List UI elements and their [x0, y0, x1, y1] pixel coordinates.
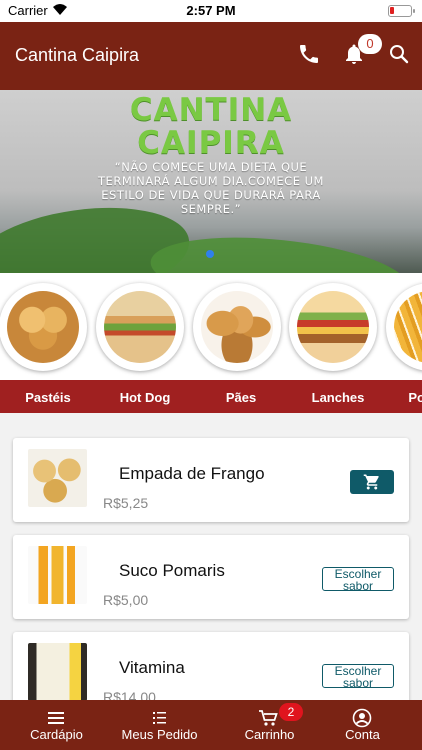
- product-image: [28, 546, 87, 604]
- banner-brand-line-2: CAIPIRA: [137, 125, 285, 161]
- notification-badge: 0: [358, 34, 382, 54]
- product-image: [28, 643, 87, 701]
- add-to-cart-button[interactable]: [350, 470, 394, 494]
- banner-brand-line-1: CANTINA: [129, 92, 293, 128]
- menu-lines-icon: [48, 712, 64, 724]
- tab-meus-pedido[interactable]: Meus Pedido: [107, 700, 212, 750]
- cart-icon: [259, 710, 278, 726]
- product-image: [28, 449, 87, 507]
- category-porcoes[interactable]: [386, 283, 422, 371]
- bottom-tab-bar: Cardápio Meus Pedido Carrinho 2 Conta: [0, 700, 422, 750]
- category-tabs: Pastéis Hot Dog Pães Lanches Porções: [0, 380, 422, 413]
- carousel-dot[interactable]: [206, 250, 214, 258]
- category-tab-pasteis[interactable]: Pastéis: [0, 390, 96, 405]
- tab-label: Cardápio: [30, 727, 83, 742]
- category-tab-porcoes[interactable]: Porções: [386, 390, 422, 405]
- user-icon: [352, 708, 372, 728]
- tab-conta[interactable]: Conta: [310, 700, 415, 750]
- pasteis-photo: [7, 291, 79, 363]
- app-screen: Carrier 2:57 PM Cantina Caipira 0 CANTIN…: [0, 0, 422, 750]
- page-title: Cantina Caipira: [15, 45, 140, 65]
- category-tab-hot-dog[interactable]: Hot Dog: [97, 390, 193, 405]
- battery-icon: [388, 5, 415, 17]
- category-carousel: [0, 273, 422, 380]
- product-name: Empada de Frango: [119, 464, 265, 483]
- lanches-photo: [297, 291, 369, 363]
- porcoes-photo: [394, 291, 422, 363]
- clock: 2:57 PM: [186, 3, 236, 18]
- category-tab-paes[interactable]: Pães: [193, 390, 289, 405]
- product-name: Vitamina: [119, 658, 185, 677]
- category-tab-lanches[interactable]: Lanches: [290, 390, 386, 405]
- product-name: Suco Pomaris: [119, 561, 225, 580]
- promo-banner[interactable]: CANTINA CAIPIRA “NÃO COMECE UMA DIETA QU…: [0, 90, 422, 273]
- status-bar: Carrier 2:57 PM: [0, 0, 422, 22]
- cart-icon: [363, 474, 379, 490]
- tab-carrinho[interactable]: Carrinho: [217, 700, 322, 750]
- product-price: R$5,25: [103, 495, 149, 511]
- choose-flavor-button[interactable]: Escolher sabor: [322, 664, 394, 689]
- cart-count-badge: 2: [279, 703, 303, 721]
- product-card[interactable]: Empada de Frango R$5,25: [13, 438, 409, 522]
- paes-photo: [201, 291, 273, 363]
- category-lanches[interactable]: [289, 283, 377, 371]
- product-price: R$5,00: [103, 592, 149, 608]
- app-header: Cantina Caipira 0: [0, 22, 422, 90]
- product-card[interactable]: Suco Pomaris R$5,00 Escolher sabor: [13, 535, 409, 619]
- hotdog-photo: [104, 291, 176, 363]
- search-icon[interactable]: [387, 42, 411, 66]
- list-icon: [153, 712, 166, 724]
- banner-quote: “NÃO COMECE UMA DIETA QUE TERMINARÁ ALGU…: [98, 160, 324, 216]
- tab-cardapio[interactable]: Cardápio: [4, 700, 109, 750]
- tab-label: Carrinho: [244, 727, 295, 742]
- category-paes[interactable]: [193, 283, 281, 371]
- choose-flavor-button[interactable]: Escolher sabor: [322, 567, 394, 592]
- category-hot-dog[interactable]: [96, 283, 184, 371]
- tab-label: Conta: [345, 727, 380, 742]
- tab-label: Meus Pedido: [121, 727, 198, 742]
- category-pasteis[interactable]: [0, 283, 87, 371]
- phone-icon[interactable]: [297, 42, 321, 66]
